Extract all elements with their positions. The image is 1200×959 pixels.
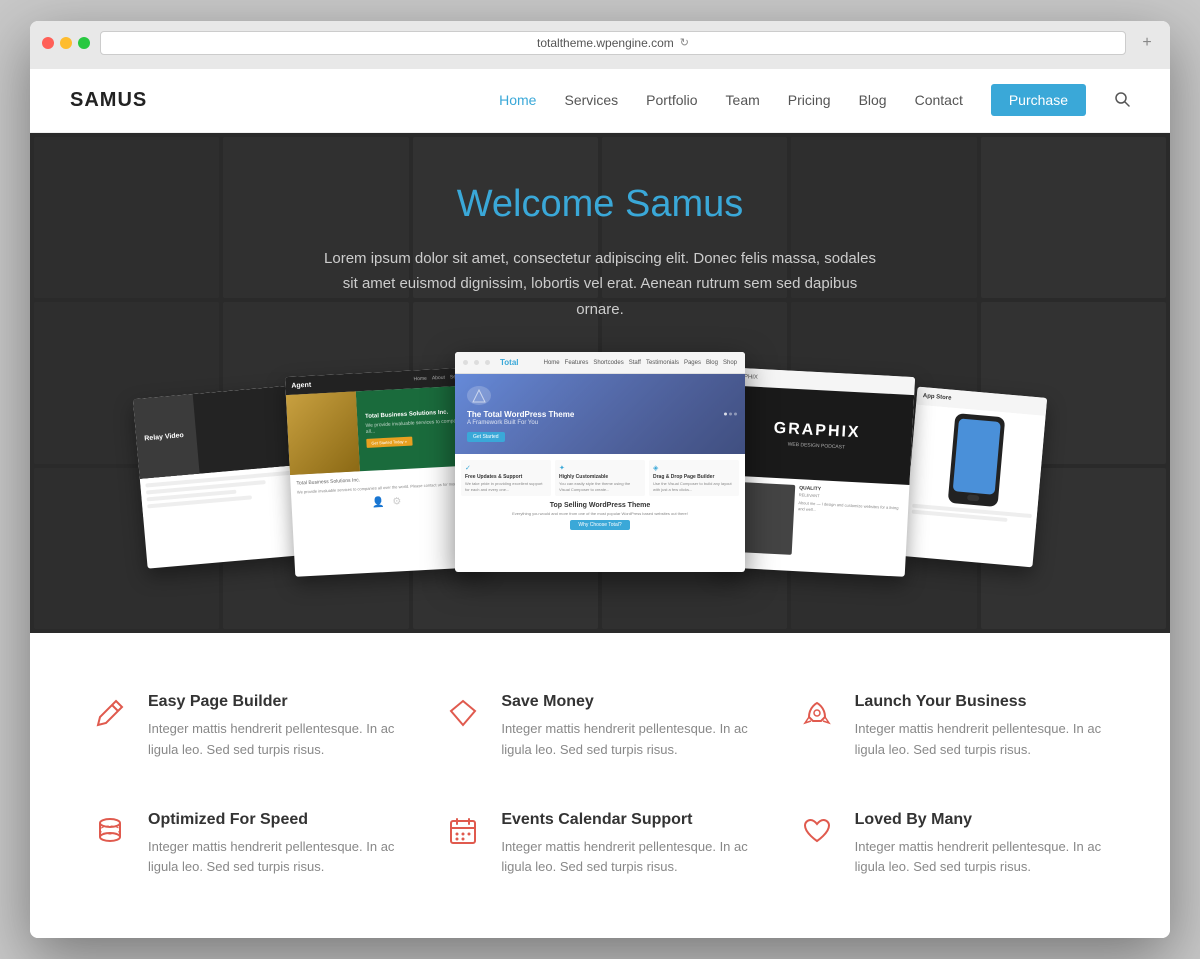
nav-purchase-button[interactable]: Purchase [991, 84, 1086, 116]
address-text: totaltheme.wpengine.com [537, 36, 674, 50]
feature-desc: Integer mattis hendrerit pellentesque. I… [501, 719, 756, 761]
browser-tabs [42, 63, 1158, 69]
hero-screenshots: Relay Video Agent Home About S [30, 352, 1170, 632]
feature-desc: Integer mattis hendrerit pellentesque. I… [855, 837, 1110, 879]
feature-launch-business: Launch Your Business Integer mattis hend… [797, 693, 1110, 761]
hero-section: Welcome Samus Lorem ipsum dolor sit amet… [30, 133, 1170, 633]
feature-title: Easy Page Builder [148, 693, 403, 711]
feature-easy-page-builder-content: Easy Page Builder Integer mattis hendrer… [148, 693, 403, 761]
feature-desc: Integer mattis hendrerit pellentesque. I… [855, 719, 1110, 761]
address-bar[interactable]: totaltheme.wpengine.com ↻ [100, 31, 1126, 55]
feature-easy-page-builder: Easy Page Builder Integer mattis hendrer… [90, 693, 403, 761]
site-header: SAMUS Home Services Portfolio Team Prici… [30, 69, 1170, 133]
ss-left1-logo-text: Agent [291, 382, 311, 390]
ss-right1-brand: GRAPHIX [773, 420, 861, 443]
ss-main-hero-title: The Total WordPress Theme [467, 409, 574, 420]
feature-optimized-speed-content: Optimized For Speed Integer mattis hendr… [148, 811, 403, 879]
ss-main-bottom-text: Everything you would and more from one o… [461, 511, 739, 517]
site-nav: Home Services Portfolio Team Pricing Blo… [499, 84, 1130, 116]
screenshot-main: Total Home Features Shortcodes Staff Tes… [455, 352, 745, 572]
nav-services[interactable]: Services [564, 92, 618, 108]
minimize-window-button[interactable] [60, 37, 72, 49]
diamond-icon [443, 693, 483, 733]
screenshot-right-2: App Store [903, 387, 1047, 568]
feature-optimized-speed: Optimized For Speed Integer mattis hendr… [90, 811, 403, 879]
browser-top-bar: totaltheme.wpengine.com ↻ + [42, 31, 1158, 55]
hero-subtitle: Lorem ipsum dolor sit amet, consectetur … [320, 246, 880, 323]
maximize-window-button[interactable] [78, 37, 90, 49]
search-icon[interactable] [1114, 91, 1130, 110]
browser-chrome: totaltheme.wpengine.com ↻ + [30, 21, 1170, 69]
feature-desc: Integer mattis hendrerit pellentesque. I… [501, 837, 756, 879]
feature-desc: Integer mattis hendrerit pellentesque. I… [148, 837, 403, 879]
feature-title: Optimized For Speed [148, 811, 403, 829]
nav-team[interactable]: Team [726, 92, 760, 108]
nav-pricing[interactable]: Pricing [788, 92, 831, 108]
nav-portfolio[interactable]: Portfolio [646, 92, 697, 108]
feature-loved-by-many-content: Loved By Many Integer mattis hendrerit p… [855, 811, 1110, 879]
cylinder-icon [90, 811, 130, 851]
nav-contact[interactable]: Contact [915, 92, 963, 108]
close-window-button[interactable] [42, 37, 54, 49]
feature-desc: Integer mattis hendrerit pellentesque. I… [148, 719, 403, 761]
features-grid: Easy Page Builder Integer mattis hendrer… [90, 693, 1110, 878]
feature-events-calendar-content: Events Calendar Support Integer mattis h… [501, 811, 756, 879]
ss-main-hero-sub: A Framework Built For You [467, 420, 538, 426]
hero-content: Welcome Samus Lorem ipsum dolor sit amet… [300, 183, 900, 323]
feature-loved-by-many: Loved By Many Integer mattis hendrerit p… [797, 811, 1110, 879]
rocket-icon [797, 693, 837, 733]
feature-save-money-content: Save Money Integer mattis hendrerit pell… [501, 693, 756, 761]
feature-save-money: Save Money Integer mattis hendrerit pell… [443, 693, 756, 761]
ss-right1-tagline: WEB DESIGN PODCAST [788, 441, 846, 450]
calendar-icon [443, 811, 483, 851]
browser-window: totaltheme.wpengine.com ↻ + SAMUS Home S… [30, 21, 1170, 938]
feature-title: Events Calendar Support [501, 811, 756, 829]
site-logo: SAMUS [70, 89, 147, 112]
nav-home[interactable]: Home [499, 92, 536, 108]
ss-main-logo: Total [500, 358, 519, 367]
new-tab-button[interactable]: + [1136, 32, 1158, 54]
feature-title: Launch Your Business [855, 693, 1110, 711]
hero-title: Welcome Samus [320, 183, 880, 226]
screenshot-left-2: Relay Video [133, 386, 307, 569]
feature-events-calendar: Events Calendar Support Integer mattis h… [443, 811, 756, 879]
feature-title: Loved By Many [855, 811, 1110, 829]
features-section: Easy Page Builder Integer mattis hendrer… [30, 633, 1170, 938]
feature-launch-business-content: Launch Your Business Integer mattis hend… [855, 693, 1110, 761]
refresh-icon[interactable]: ↻ [680, 36, 689, 49]
feature-title: Save Money [501, 693, 756, 711]
ss-main-bottom-title: Top Selling WordPress Theme [461, 502, 739, 509]
window-controls [42, 37, 90, 49]
heart-icon [797, 811, 837, 851]
nav-blog[interactable]: Blog [859, 92, 887, 108]
pencil-icon [90, 693, 130, 733]
